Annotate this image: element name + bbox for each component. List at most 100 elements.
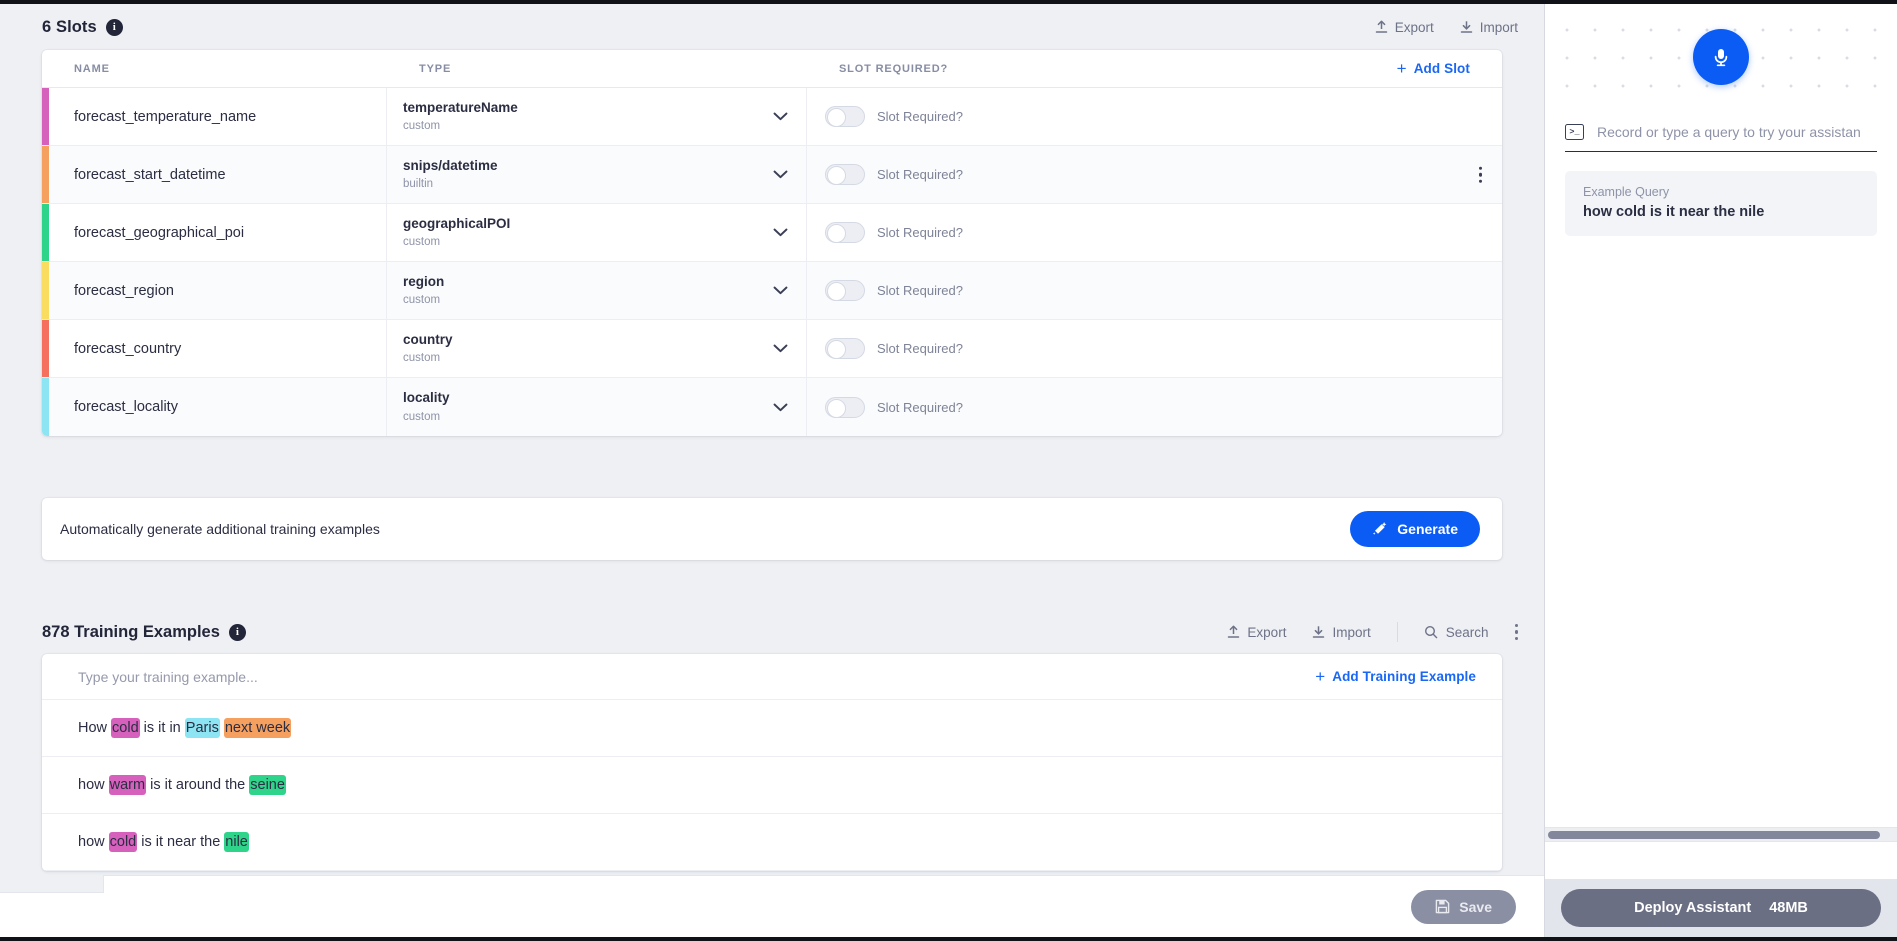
- slot-required-cell: Slot Required?: [807, 262, 1502, 319]
- training-import-button[interactable]: Import: [1312, 625, 1371, 640]
- slot-type-value: locality: [403, 390, 450, 406]
- generate-button[interactable]: Generate: [1350, 511, 1480, 547]
- search-icon: [1424, 625, 1438, 639]
- training-example-row[interactable]: How cold is it in Paris next week: [42, 700, 1502, 757]
- add-slot-button[interactable]: + Add Slot: [1397, 60, 1502, 77]
- slot-type-kind: custom: [403, 120, 441, 133]
- slot-type-kind: custom: [403, 352, 441, 365]
- plain-text: is it around the: [146, 777, 250, 793]
- slot-type-dropdown[interactable]: geographicalPOI custom: [387, 204, 807, 261]
- slot-name: forecast_locality: [49, 378, 387, 436]
- auto-generate-text: Automatically generate additional traini…: [60, 521, 380, 537]
- entity-token: nile: [224, 832, 249, 852]
- training-example-text: how cold is it near the nile: [78, 832, 249, 852]
- slot-type-kind: custom: [403, 410, 441, 423]
- slot-type-value: country: [403, 331, 453, 347]
- slot-required-toggle[interactable]: [825, 280, 865, 301]
- upload-icon: [1375, 20, 1387, 33]
- entity-token: cold: [108, 832, 138, 852]
- assistant-query-row: >_: [1565, 124, 1877, 152]
- assistant-panel-bottom-gap: [1545, 842, 1897, 879]
- save-button[interactable]: Save: [1411, 889, 1516, 924]
- terminal-icon: >_: [1565, 124, 1584, 140]
- slot-row-menu-button[interactable]: [1478, 166, 1482, 183]
- slot-required-toggle[interactable]: [825, 396, 865, 418]
- main-scroll-area: 6 Slots i Export Import NAME TYPE SLOT R…: [0, 4, 1544, 875]
- slot-type-kind: custom: [403, 236, 441, 249]
- slot-required-toggle[interactable]: [825, 222, 865, 243]
- add-training-example-button[interactable]: + Add Training Example: [1315, 668, 1476, 685]
- record-mic-button[interactable]: [1693, 29, 1749, 85]
- training-search-button[interactable]: Search: [1424, 625, 1489, 640]
- entity-token: cold: [111, 718, 140, 738]
- slot-required-cell: Slot Required?: [807, 320, 1502, 377]
- training-example-input-row: + Add Training Example: [42, 654, 1502, 700]
- slots-table-header: NAME TYPE SLOT REQUIRED? + Add Slot: [42, 50, 1502, 88]
- plain-text: how: [78, 834, 109, 850]
- slots-header-actions: Export Import: [1375, 20, 1518, 35]
- slots-import-label: Import: [1479, 19, 1518, 35]
- training-header-actions: Export Import Search: [1227, 622, 1518, 642]
- slot-row[interactable]: forecast_region region custom Slot Required…: [42, 262, 1502, 320]
- slots-info-icon[interactable]: i: [105, 18, 123, 36]
- training-example-row[interactable]: how warm is it around the seine: [42, 757, 1502, 814]
- slot-row[interactable]: forecast_country country custom Slot Requir…: [42, 320, 1502, 378]
- training-example-input[interactable]: [78, 668, 1316, 685]
- add-training-example-label: Add Training Example: [1332, 669, 1476, 684]
- upload-icon: [1228, 625, 1240, 638]
- slot-required-label: Slot Required?: [877, 283, 963, 298]
- example-query-label: Example Query: [1583, 185, 1670, 199]
- slot-name: forecast_start_datetime: [49, 146, 387, 203]
- training-search-label: Search: [1445, 624, 1489, 640]
- slot-type-dropdown[interactable]: snips/datetime builtin: [387, 146, 807, 203]
- assistant-test-panel: >_ Example Query how cold is it near the…: [1545, 4, 1897, 937]
- slots-import-button[interactable]: Import: [1460, 20, 1518, 35]
- deploy-assistant-button[interactable]: Deploy Assistant 48MB: [1561, 889, 1881, 927]
- slot-row[interactable]: forecast_start_datetime snips/datetime bui…: [42, 146, 1502, 204]
- plain-text: is it near the: [137, 834, 225, 850]
- slot-type-dropdown[interactable]: temperatureName custom: [387, 88, 807, 145]
- chevron-down-icon: [773, 228, 788, 237]
- slot-row[interactable]: forecast_locality locality custom Slot Requ…: [42, 378, 1502, 436]
- example-query-card[interactable]: Example Query how cold is it near the ni…: [1565, 171, 1877, 236]
- slots-export-label: Export: [1394, 19, 1434, 35]
- slot-name: forecast_country: [49, 320, 387, 377]
- slot-color-bar: [42, 262, 49, 319]
- entity-token: next week: [223, 718, 292, 738]
- magic-wand-icon: [1373, 522, 1387, 535]
- slot-required-label: Slot Required?: [877, 109, 963, 124]
- slot-required-toggle[interactable]: [825, 106, 865, 127]
- slots-export-button[interactable]: Export: [1375, 20, 1434, 35]
- slot-row[interactable]: forecast_geographical_poi geographicalPOI…: [42, 204, 1502, 262]
- plain-text: is it in: [139, 720, 185, 736]
- assistant-horizontal-scrollbar[interactable]: [1545, 827, 1897, 842]
- scrollbar-thumb[interactable]: [1548, 830, 1881, 839]
- entity-token: warm: [108, 775, 147, 795]
- slot-required-toggle[interactable]: [825, 338, 865, 359]
- slot-type-value: temperatureName: [403, 99, 518, 115]
- slot-color-bar: [42, 88, 49, 145]
- slot-required-toggle[interactable]: [825, 164, 865, 185]
- save-button-label: Save: [1459, 898, 1492, 915]
- slot-type-value: snips/datetime: [403, 157, 498, 173]
- slot-type-dropdown[interactable]: country custom: [387, 320, 807, 377]
- entity-token: Paris: [184, 718, 220, 738]
- training-overflow-menu-button[interactable]: [1514, 623, 1518, 641]
- slot-required-label: Slot Required?: [877, 399, 963, 415]
- training-examples-info-icon[interactable]: i: [228, 623, 246, 641]
- assistant-query-input[interactable]: [1597, 124, 1877, 140]
- training-export-button[interactable]: Export: [1227, 625, 1286, 640]
- plus-icon: +: [1315, 667, 1326, 686]
- slot-required-cell: Slot Required?: [807, 204, 1502, 261]
- slot-type-dropdown[interactable]: locality custom: [387, 378, 807, 436]
- auto-generate-card: Automatically generate additional traini…: [42, 498, 1502, 560]
- slot-color-bar: [42, 204, 49, 261]
- floppy-disk-icon: [1435, 899, 1450, 914]
- slot-required-label: Slot Required?: [877, 225, 963, 240]
- slot-name: forecast_geographical_poi: [49, 204, 387, 261]
- slot-row[interactable]: forecast_temperature_name temperatureName…: [42, 88, 1502, 146]
- slot-type-dropdown[interactable]: region custom: [387, 262, 807, 319]
- training-example-row[interactable]: how cold is it near the nile: [42, 814, 1502, 871]
- slot-required-label: Slot Required?: [877, 341, 963, 356]
- training-examples-card: + Add Training Example How cold is it in…: [42, 654, 1502, 871]
